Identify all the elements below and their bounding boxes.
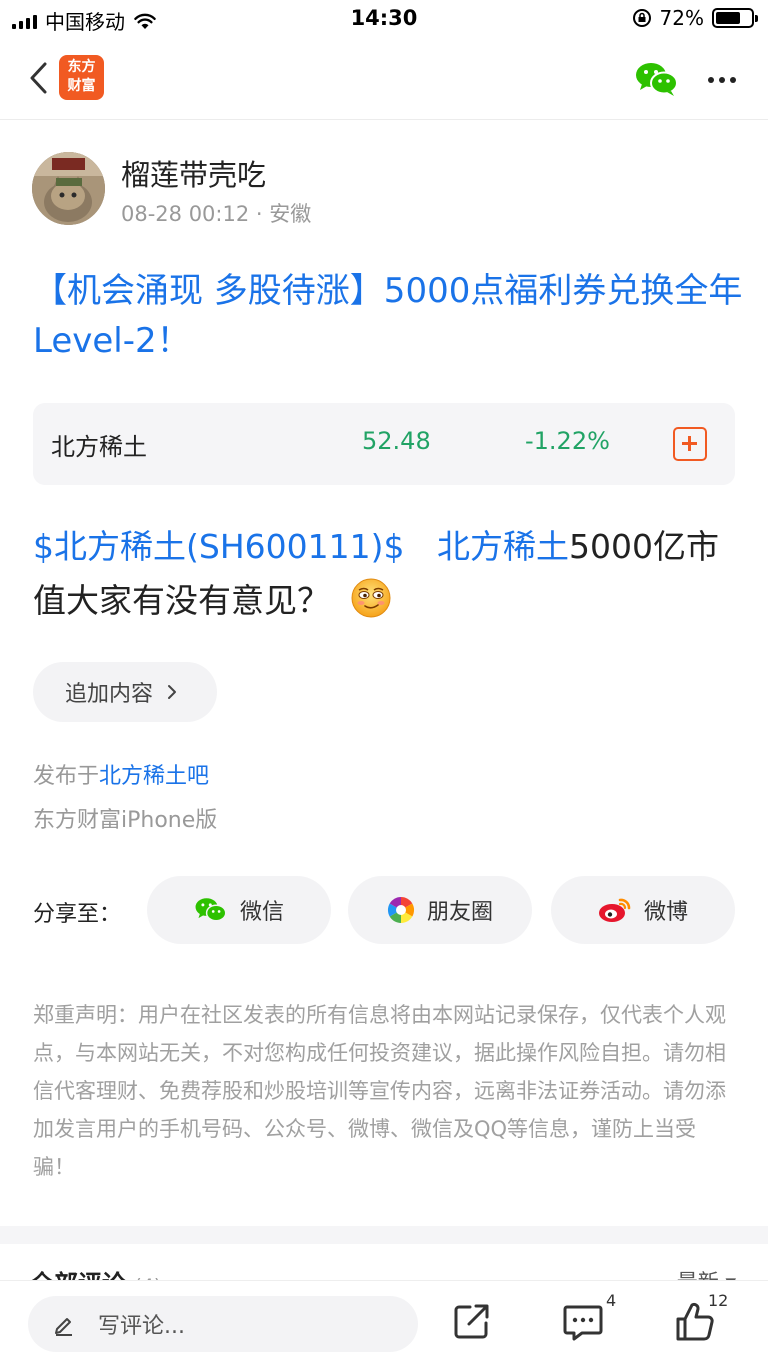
published-prefix: 发布于 [33, 764, 100, 789]
comment-input-placeholder: 写评论... [98, 1314, 185, 1339]
post-title[interactable]: 【机会涌现 多股待涨】5000点福利券兑换全年Level-2！ [33, 266, 743, 366]
battery-percent: 72% [659, 6, 704, 30]
weibo-icon [598, 898, 631, 922]
battery-icon [712, 8, 758, 28]
stock-link[interactable]: $北方稀土(SH600111)$ [33, 527, 404, 566]
post-timestamp-location: 08-28 00:12 · 安徽 [121, 202, 312, 226]
pencil-icon [55, 1318, 72, 1336]
share-weibo-button[interactable]: 微博 [551, 876, 735, 944]
wechat-icon [195, 898, 227, 922]
more-options-button[interactable] [700, 60, 744, 100]
stock-price: 52.48 [362, 427, 431, 455]
eastmoney-logo[interactable]: 东方 财富 [59, 55, 104, 100]
smirk-emoji-icon [351, 578, 390, 618]
wechat-share-button[interactable] [634, 60, 680, 100]
add-to-watchlist-icon[interactable] [673, 427, 707, 461]
share-moments-button[interactable]: 朋友圈 [348, 876, 532, 944]
comment-icon [563, 1305, 603, 1341]
disclaimer: 郑重声明：用户在社区发表的所有信息将由本网站记录保存，仅代表个人观点，与本网站无… [33, 1003, 726, 1179]
nav-bar: 东方 财富 [0, 40, 768, 120]
append-content-label: 追加内容 [65, 682, 154, 707]
comments-button[interactable] [562, 1301, 604, 1343]
share-wechat-label: 微信 [239, 900, 284, 925]
stock-name: 北方稀土 [51, 433, 147, 461]
client-source: 东方财富iPhone版 [33, 808, 218, 833]
author-name[interactable]: 榴莲带壳吃 [121, 152, 266, 194]
section-divider [0, 1226, 768, 1244]
share-weibo-label: 微博 [643, 900, 688, 925]
avatar[interactable] [32, 152, 105, 225]
append-content-button[interactable]: 追加内容 [33, 662, 217, 722]
like-count-badge: 12 [708, 1291, 729, 1310]
status-bar: 中国移动 14:30 72% [0, 0, 768, 40]
stock-card[interactable]: 北方稀土 52.48 -1.22% [33, 403, 735, 485]
stock-bar-name-link[interactable]: 北方稀土吧 [99, 764, 209, 789]
chevron-left-icon [30, 62, 47, 94]
comment-input[interactable]: 写评论... [28, 1296, 418, 1352]
back-button[interactable] [20, 58, 56, 98]
more-icon [708, 77, 714, 83]
stock-change: -1.22% [525, 427, 610, 455]
share-wechat-button[interactable]: 微信 [147, 876, 331, 944]
chevron-right-icon [168, 685, 177, 699]
bottom-action-bar: 写评论... 4 12 [0, 1280, 768, 1366]
post-body: $北方稀土(SH600111)$ 北方稀土5000亿市值大家有没有意见？ [33, 520, 743, 628]
comment-count-badge: 4 [606, 1291, 617, 1310]
moments-icon [387, 896, 415, 924]
orientation-lock-icon [632, 9, 651, 27]
stock-bar-link[interactable]: 北方稀土 [437, 527, 569, 566]
wechat-icon [636, 63, 678, 96]
published-in: 发布于北方稀土吧 [33, 758, 209, 790]
forward-button[interactable] [452, 1301, 494, 1343]
share-moments-label: 朋友圈 [426, 900, 493, 925]
share-label: 分享至： [33, 902, 122, 927]
forward-icon [454, 1304, 489, 1339]
post-detail-page: 中国移动 14:30 72% 东方 财富 榴莲带壳吃 08-28 00:12 ·… [0, 0, 768, 1366]
